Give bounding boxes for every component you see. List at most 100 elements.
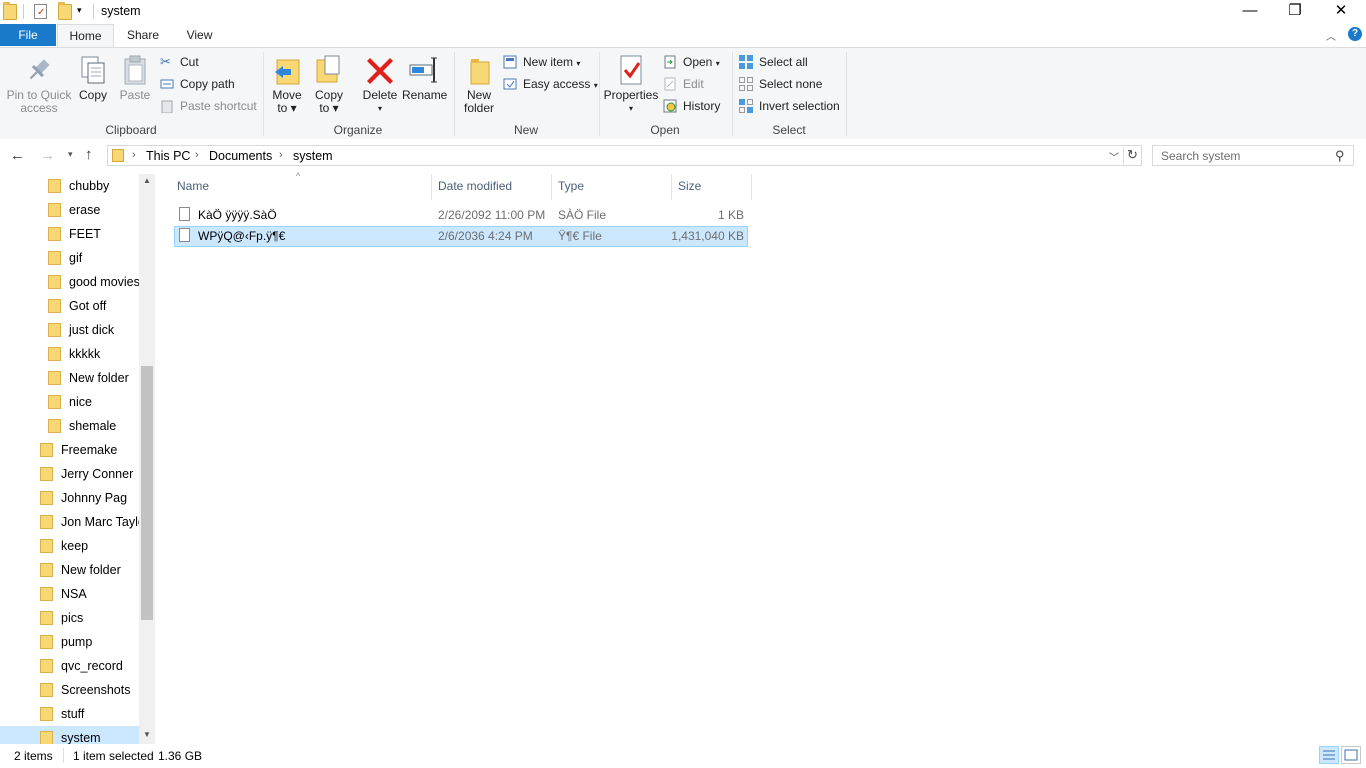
- breadcrumb-chevron-icon[interactable]: ›: [132, 149, 136, 161]
- select-none-button[interactable]: Select none: [739, 75, 822, 93]
- nav-item[interactable]: Freemake: [0, 438, 139, 462]
- status-bar: 2 items 1 item selected 1.36 GB: [0, 744, 1366, 768]
- nav-item[interactable]: Screenshots: [0, 678, 139, 702]
- cut-button[interactable]: ✂ Cut: [160, 53, 199, 71]
- nav-item[interactable]: system: [0, 726, 139, 744]
- history-button[interactable]: History: [663, 97, 720, 115]
- breadcrumb-chevron-icon[interactable]: ›: [195, 149, 199, 161]
- nav-item[interactable]: keep: [0, 534, 139, 558]
- help-icon[interactable]: ?: [1348, 27, 1362, 41]
- tab-home[interactable]: Home: [57, 24, 114, 48]
- back-arrow-icon[interactable]: ←: [10, 147, 25, 164]
- nav-item[interactable]: stuff: [0, 702, 139, 726]
- delete-label: Delete: [362, 88, 398, 102]
- nav-item[interactable]: qvc_record: [0, 654, 139, 678]
- invert-selection-button[interactable]: Invert selection: [739, 97, 840, 115]
- new-folder-icon: [463, 54, 495, 86]
- file-type: SÀÖ File: [558, 208, 607, 222]
- nav-item[interactable]: kkkkk: [0, 342, 139, 366]
- nav-item[interactable]: shemale: [0, 414, 139, 438]
- forward-arrow-icon[interactable]: →: [40, 147, 55, 164]
- recent-locations-icon[interactable]: ▾: [68, 149, 73, 160]
- nav-item[interactable]: Jon Marc Taylo: [0, 510, 145, 534]
- large-icons-view-button[interactable]: [1341, 746, 1361, 764]
- nav-item[interactable]: gif: [0, 246, 139, 270]
- refresh-icon[interactable]: ↻: [1127, 147, 1138, 163]
- column-header-type[interactable]: Type: [558, 179, 584, 193]
- select-all-icon: [739, 55, 753, 69]
- properties-quick-icon[interactable]: ✓: [34, 4, 47, 19]
- nav-item-label: Got off: [69, 299, 107, 313]
- nav-scrollbar-thumb[interactable]: [141, 366, 153, 620]
- tab-view[interactable]: View: [172, 24, 227, 46]
- copy-button[interactable]: Copy: [76, 54, 110, 102]
- copy-path-button[interactable]: Copy path: [160, 75, 235, 93]
- column-header-name[interactable]: Name: [177, 179, 209, 193]
- rename-button[interactable]: Rename: [402, 54, 447, 102]
- column-divider[interactable]: [751, 174, 752, 200]
- nav-item[interactable]: Got off: [0, 294, 139, 318]
- search-box[interactable]: Search system ⚲: [1152, 145, 1354, 166]
- new-item-button[interactable]: New item ▾: [503, 53, 580, 71]
- nav-item[interactable]: Jerry Conner: [0, 462, 139, 486]
- address-bar[interactable]: › This PC › Documents › system ﹀ ↻: [107, 145, 1142, 166]
- column-divider[interactable]: [431, 174, 432, 200]
- paste-shortcut-button[interactable]: Paste shortcut: [160, 97, 257, 115]
- restore-button[interactable]: ❐: [1272, 0, 1318, 24]
- file-name: KàÖ ÿÿÿÿ.SàÖ: [198, 208, 277, 222]
- properties-button[interactable]: Properties ▾: [603, 54, 659, 115]
- new-folder-quick-icon[interactable]: [58, 2, 72, 20]
- tab-file[interactable]: File: [0, 24, 56, 46]
- edit-button[interactable]: Edit: [663, 75, 704, 93]
- nav-item[interactable]: erase: [0, 198, 139, 222]
- file-row[interactable]: KàÖ ÿÿÿÿ.SàÖ 2/26/2092 11:00 PM SÀÖ File…: [174, 205, 748, 226]
- breadcrumb-system[interactable]: system: [293, 149, 333, 163]
- nav-item-label: Jon Marc Taylo: [61, 515, 145, 529]
- details-view-button[interactable]: [1319, 746, 1339, 764]
- select-all-button[interactable]: Select all: [739, 53, 808, 71]
- up-arrow-icon[interactable]: ↑: [85, 146, 93, 163]
- column-header-date-modified[interactable]: Date modified: [438, 179, 512, 193]
- tab-share[interactable]: Share: [115, 24, 171, 46]
- column-divider[interactable]: [671, 174, 672, 200]
- nav-item[interactable]: just dick: [0, 318, 139, 342]
- address-dropdown-icon[interactable]: ﹀: [1109, 149, 1119, 164]
- properties-dropdown-icon[interactable]: ▾: [603, 102, 659, 115]
- open-button[interactable]: Open ▾: [663, 53, 720, 71]
- close-button[interactable]: ✕: [1318, 0, 1364, 24]
- nav-item-label: system: [61, 731, 101, 744]
- new-folder-button[interactable]: New folder: [460, 54, 498, 115]
- divider: [63, 748, 64, 763]
- file-name: WPÿQ@‹Fp.ÿ¶€: [198, 229, 286, 243]
- column-divider[interactable]: [551, 174, 552, 200]
- scroll-down-icon[interactable]: ▼: [143, 730, 151, 739]
- collapse-ribbon-icon[interactable]: ︿: [1326, 28, 1336, 43]
- delete-button[interactable]: Delete ▾: [360, 54, 400, 115]
- nav-item[interactable]: good movies: [0, 270, 140, 294]
- nav-item[interactable]: pump: [0, 630, 139, 654]
- easy-access-button[interactable]: Easy access ▾: [503, 75, 598, 93]
- search-placeholder: Search system: [1161, 149, 1241, 163]
- scroll-up-icon[interactable]: ▲: [143, 176, 151, 185]
- delete-dropdown-icon[interactable]: ▾: [360, 102, 400, 115]
- customize-toolbar-icon[interactable]: ▾: [77, 5, 82, 16]
- paste-button[interactable]: Paste: [118, 54, 152, 102]
- move-to-button[interactable]: Move to ▾: [269, 54, 305, 115]
- pin-to-quick-access-button[interactable]: Pin to Quick access: [4, 54, 74, 115]
- breadcrumb-this-pc[interactable]: This PC: [146, 149, 190, 163]
- nav-item[interactable]: New folder: [0, 558, 139, 582]
- nav-item[interactable]: pics: [0, 606, 139, 630]
- breadcrumb-documents[interactable]: Documents: [209, 149, 272, 163]
- nav-item[interactable]: chubby: [0, 174, 139, 198]
- minimize-button[interactable]: —: [1227, 0, 1273, 24]
- copy-to-button[interactable]: Copy to ▾: [311, 54, 347, 115]
- nav-item[interactable]: NSA: [0, 582, 139, 606]
- search-icon[interactable]: ⚲: [1335, 148, 1345, 164]
- breadcrumb-chevron-icon[interactable]: ›: [279, 149, 283, 161]
- file-row-selected[interactable]: WPÿQ@‹Fp.ÿ¶€ 2/6/2036 4:24 PM Ÿ¶€ File 1…: [174, 226, 748, 247]
- nav-item[interactable]: Johnny Pag: [0, 486, 139, 510]
- nav-item[interactable]: nice: [0, 390, 139, 414]
- nav-item[interactable]: FEET: [0, 222, 139, 246]
- nav-item[interactable]: New folder: [0, 366, 139, 390]
- column-header-size[interactable]: Size: [678, 179, 701, 193]
